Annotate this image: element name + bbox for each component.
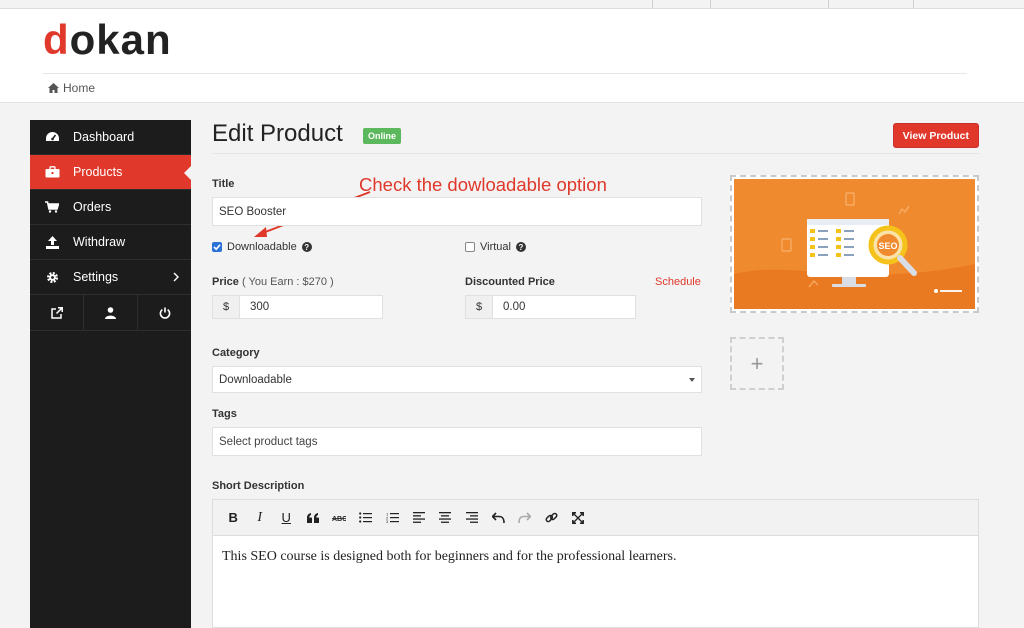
- seo-badge-text: SEO: [878, 241, 897, 251]
- short-description-label: Short Description: [212, 480, 305, 492]
- sidebar-footer: [30, 295, 191, 331]
- strip-separator: [652, 0, 653, 8]
- external-link-icon: [50, 306, 63, 319]
- chevron-right-icon: [173, 271, 179, 285]
- bullet-list-icon[interactable]: [353, 505, 380, 531]
- numbered-list-icon[interactable]: 123: [379, 505, 406, 531]
- sidebar-label: Orders: [73, 200, 112, 214]
- underline-icon[interactable]: U: [273, 505, 300, 531]
- strikethrough-icon[interactable]: ABC: [326, 505, 353, 531]
- chevron-down-icon: [689, 378, 695, 382]
- logo-rest: okan: [69, 16, 172, 63]
- fullscreen-icon[interactable]: [565, 505, 592, 531]
- price-value: 300: [250, 301, 270, 313]
- redo-icon[interactable]: [512, 505, 539, 531]
- discount-label: Discounted Price: [465, 276, 555, 288]
- site-header: dokan Home: [0, 9, 1024, 103]
- short-description-editor[interactable]: B I U ABC 123 This SEO course is designe…: [212, 499, 979, 628]
- sidebar-label: Withdraw: [73, 235, 126, 249]
- breadcrumb: Home: [48, 81, 95, 95]
- product-title-input[interactable]: SEO Booster: [212, 197, 702, 226]
- sidebar-item-orders[interactable]: Orders: [30, 190, 191, 225]
- blockquote-icon[interactable]: [300, 505, 327, 531]
- virtual-checkbox[interactable]: [465, 242, 475, 252]
- cart-icon: [44, 199, 60, 215]
- logout-button[interactable]: [138, 295, 191, 330]
- strip-separator: [710, 0, 711, 8]
- italic-icon[interactable]: I: [247, 505, 274, 531]
- bold-icon[interactable]: B: [220, 505, 247, 531]
- discount-value: 0.00: [503, 301, 526, 313]
- edit-product-panel: Edit Product Online View Product Check t…: [212, 120, 980, 628]
- dashboard-sidebar: Dashboard Products Orders Withdraw Setti…: [30, 120, 192, 628]
- category-value: Downloadable: [219, 373, 292, 386]
- view-product-button[interactable]: View Product: [892, 123, 979, 148]
- editor-toolbar: B I U ABC 123: [213, 500, 978, 536]
- product-image: SEO: [734, 179, 975, 309]
- undo-icon[interactable]: [485, 505, 512, 531]
- virtual-option[interactable]: Virtual ?: [465, 241, 526, 253]
- visit-store-button[interactable]: [30, 295, 84, 330]
- page-title: Edit Product: [212, 120, 343, 147]
- tags-input[interactable]: Select product tags: [212, 427, 702, 456]
- user-icon: [105, 306, 116, 319]
- dokan-logo[interactable]: dokan: [43, 17, 172, 63]
- help-icon[interactable]: ?: [515, 242, 526, 252]
- breadcrumb-home[interactable]: Home: [63, 81, 95, 95]
- power-icon: [159, 307, 170, 319]
- currency-addon: $: [212, 295, 240, 319]
- discount-price-input[interactable]: 0.00: [492, 295, 636, 319]
- category-select[interactable]: Downloadable: [212, 366, 702, 393]
- downloadable-checkbox[interactable]: [212, 242, 222, 252]
- check-icon: [213, 244, 221, 251]
- tags-placeholder: Select product tags: [219, 435, 318, 448]
- price-input[interactable]: 300: [239, 295, 383, 319]
- currency-addon: $: [465, 295, 493, 319]
- sidebar-item-dashboard[interactable]: Dashboard: [30, 120, 191, 155]
- sidebar-label: Dashboard: [73, 130, 135, 144]
- sidebar-label: Settings: [73, 270, 119, 284]
- annotation-text: Check the dowloadable option: [359, 174, 607, 195]
- tags-label: Tags: [212, 408, 237, 420]
- downloadable-label: Downloadable: [227, 241, 297, 253]
- dashboard-icon: [44, 129, 60, 145]
- logo-accent-letter: d: [43, 16, 70, 63]
- sidebar-item-withdraw[interactable]: Withdraw: [30, 225, 191, 260]
- category-label: Category: [212, 347, 260, 359]
- align-center-icon[interactable]: [432, 505, 459, 531]
- svg-text:3: 3: [386, 519, 389, 523]
- virtual-label: Virtual: [480, 241, 511, 253]
- strip-separator: [913, 0, 914, 8]
- home-icon: [48, 83, 59, 93]
- sidebar-item-products[interactable]: Products: [30, 155, 192, 190]
- briefcase-icon: [44, 164, 60, 180]
- svg-text:ABC: ABC: [332, 516, 346, 522]
- seo-illustration-icon: SEO: [734, 179, 975, 309]
- align-right-icon[interactable]: [459, 505, 486, 531]
- header-divider: [43, 73, 967, 74]
- profile-button[interactable]: [84, 295, 138, 330]
- help-icon[interactable]: ?: [301, 242, 312, 252]
- title-label: Title: [212, 178, 235, 190]
- status-badge: Online: [363, 128, 402, 144]
- align-left-icon[interactable]: [406, 505, 433, 531]
- short-description-content[interactable]: This SEO course is designed both for beg…: [213, 536, 978, 578]
- price-earn-note: ( You Earn : $270 ): [241, 276, 334, 288]
- link-icon[interactable]: [538, 505, 565, 531]
- downloadable-option[interactable]: Downloadable ?: [212, 241, 312, 253]
- product-title-value: SEO Booster: [219, 205, 287, 218]
- title-divider: [212, 153, 979, 154]
- admin-top-strip: [0, 0, 1024, 9]
- sidebar-label: Products: [73, 165, 123, 179]
- upload-icon: [44, 234, 60, 250]
- schedule-link[interactable]: Schedule: [655, 276, 701, 288]
- sidebar-item-settings[interactable]: Settings: [30, 260, 191, 295]
- gear-icon: [44, 269, 60, 285]
- add-gallery-image-button[interactable]: +: [730, 337, 784, 390]
- price-label-text: Price: [212, 276, 239, 288]
- price-label: Price ( You Earn : $270 ): [212, 276, 334, 288]
- strip-separator: [828, 0, 829, 8]
- featured-image[interactable]: SEO: [730, 175, 979, 313]
